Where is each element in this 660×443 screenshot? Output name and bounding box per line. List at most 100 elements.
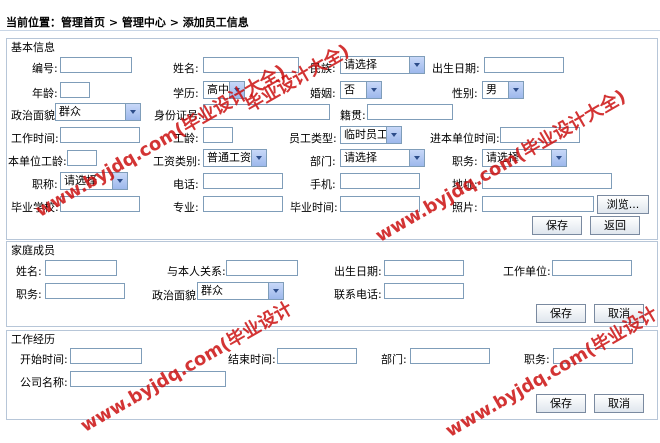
label-gradtime: 毕业时间: (290, 201, 338, 214)
unityears-input[interactable] (67, 150, 97, 166)
workunit-input[interactable] (552, 260, 632, 276)
label-id: 编号: (32, 62, 58, 75)
family-position-input[interactable] (45, 283, 125, 299)
dept-select[interactable]: 请选择 (340, 149, 425, 167)
marital-select[interactable]: 否 (340, 81, 382, 99)
company-input[interactable] (70, 371, 226, 387)
name-input[interactable] (203, 57, 299, 73)
education-value: 高中 (207, 83, 229, 96)
age-input[interactable] (60, 82, 90, 98)
label-position: 职务: (452, 155, 478, 168)
section-title-family: 家庭成员 (11, 244, 55, 257)
education-select[interactable]: 高中 (203, 81, 245, 99)
label-birth: 出生日期: (432, 62, 480, 75)
label-family-name: 姓名: (16, 265, 42, 278)
label-workyears: 工龄: (173, 132, 199, 145)
work-dept-input[interactable] (410, 348, 490, 364)
relation-input[interactable] (226, 260, 298, 276)
label-name: 姓名: (173, 62, 199, 75)
ethnicity-value: 请选择 (344, 58, 377, 71)
label-education: 学历: (173, 87, 199, 100)
label-phone: 电话: (173, 178, 199, 191)
emptype-value: 临时员工 (344, 128, 388, 141)
native-input[interactable] (367, 104, 453, 120)
workyears-input[interactable] (203, 127, 233, 143)
family-phone-input[interactable] (384, 283, 464, 299)
position-value: 请选择 (486, 151, 519, 164)
browse-button[interactable]: 浏览... (597, 195, 649, 214)
label-work-end: 结束时间: (228, 353, 276, 366)
family-political-value: 群众 (201, 284, 223, 297)
political-select[interactable]: 群众 (55, 103, 141, 121)
political-value: 群众 (59, 105, 81, 118)
phone-input[interactable] (203, 173, 283, 189)
mobile-input[interactable] (340, 173, 420, 189)
chevron-down-icon (386, 127, 401, 143)
salarytype-select[interactable]: 普通工资 (203, 149, 267, 167)
section-title-work: 工作经历 (11, 333, 55, 346)
chevron-down-icon (229, 82, 244, 98)
label-company: 公司名称: (20, 376, 68, 389)
family-cancel-button[interactable]: 取消 (594, 304, 644, 323)
basic-back-button[interactable]: 返回 (590, 216, 640, 235)
label-work-position: 职务: (524, 353, 550, 366)
label-school: 毕业学校: (11, 201, 59, 214)
title-select[interactable]: 请选择 (60, 172, 128, 190)
position-select[interactable]: 请选择 (482, 149, 567, 167)
label-dept: 部门: (310, 155, 336, 168)
family-save-button[interactable]: 保存 (536, 304, 586, 323)
label-idcard: 身份证号: (154, 109, 202, 122)
label-emptype: 员工类型: (289, 132, 337, 145)
title-value: 请选择 (64, 174, 97, 187)
label-family-political: 政治面貌: (152, 289, 200, 302)
label-family-phone: 联系电话: (334, 288, 382, 301)
worktime-input[interactable] (60, 127, 140, 143)
work-cancel-button[interactable]: 取消 (594, 394, 644, 413)
label-family-birth: 出生日期: (334, 265, 382, 278)
label-salarytype: 工资类别: (153, 155, 201, 168)
label-family-position: 职务: (16, 288, 42, 301)
birth-input[interactable] (484, 57, 564, 73)
id-input[interactable] (60, 57, 132, 73)
label-age: 年龄: (32, 87, 58, 100)
label-workunit: 工作单位: (503, 265, 551, 278)
breadcrumb: 当前位置：管理首页 > 管理中心 > 添加员工信息 (6, 16, 249, 29)
basic-save-button[interactable]: 保存 (532, 216, 582, 235)
breadcrumb-bar: 当前位置：管理首页 > 管理中心 > 添加员工信息 (0, 0, 660, 31)
gender-value: 男 (486, 83, 497, 96)
chevron-down-icon (366, 82, 381, 98)
work-end-input[interactable] (277, 348, 357, 364)
school-input[interactable] (60, 196, 140, 212)
label-ethnicity: 民族: (310, 62, 336, 75)
chevron-down-icon (409, 57, 424, 73)
label-gender: 性别: (452, 87, 478, 100)
marital-value: 否 (344, 83, 355, 96)
label-jointime: 进本单位时间: (430, 132, 500, 145)
work-start-input[interactable] (70, 348, 142, 364)
jointime-input[interactable] (500, 127, 580, 143)
family-political-select[interactable]: 群众 (197, 282, 284, 300)
work-save-button[interactable]: 保存 (536, 394, 586, 413)
label-relation: 与本人关系: (167, 265, 226, 278)
photo-input[interactable] (482, 196, 594, 212)
gradtime-input[interactable] (340, 196, 420, 212)
chevron-down-icon (508, 82, 523, 98)
chevron-down-icon (112, 173, 127, 189)
label-address: 地址: (452, 178, 478, 191)
gender-select[interactable]: 男 (482, 81, 524, 99)
work-position-input[interactable] (553, 348, 633, 364)
emptype-select[interactable]: 临时员工 (340, 126, 402, 144)
label-political: 政治面貌: (11, 109, 59, 122)
label-worktime: 工作时间: (11, 132, 59, 145)
family-name-input[interactable] (45, 260, 117, 276)
chevron-down-icon (551, 150, 566, 166)
label-mobile: 手机: (310, 178, 336, 191)
idcard-input[interactable] (203, 104, 330, 120)
major-input[interactable] (203, 196, 283, 212)
family-birth-input[interactable] (384, 260, 464, 276)
label-title: 职称: (32, 178, 58, 191)
label-major: 专业: (173, 201, 199, 214)
address-input[interactable] (482, 173, 612, 189)
dept-value: 请选择 (344, 151, 377, 164)
ethnicity-select[interactable]: 请选择 (340, 56, 425, 74)
